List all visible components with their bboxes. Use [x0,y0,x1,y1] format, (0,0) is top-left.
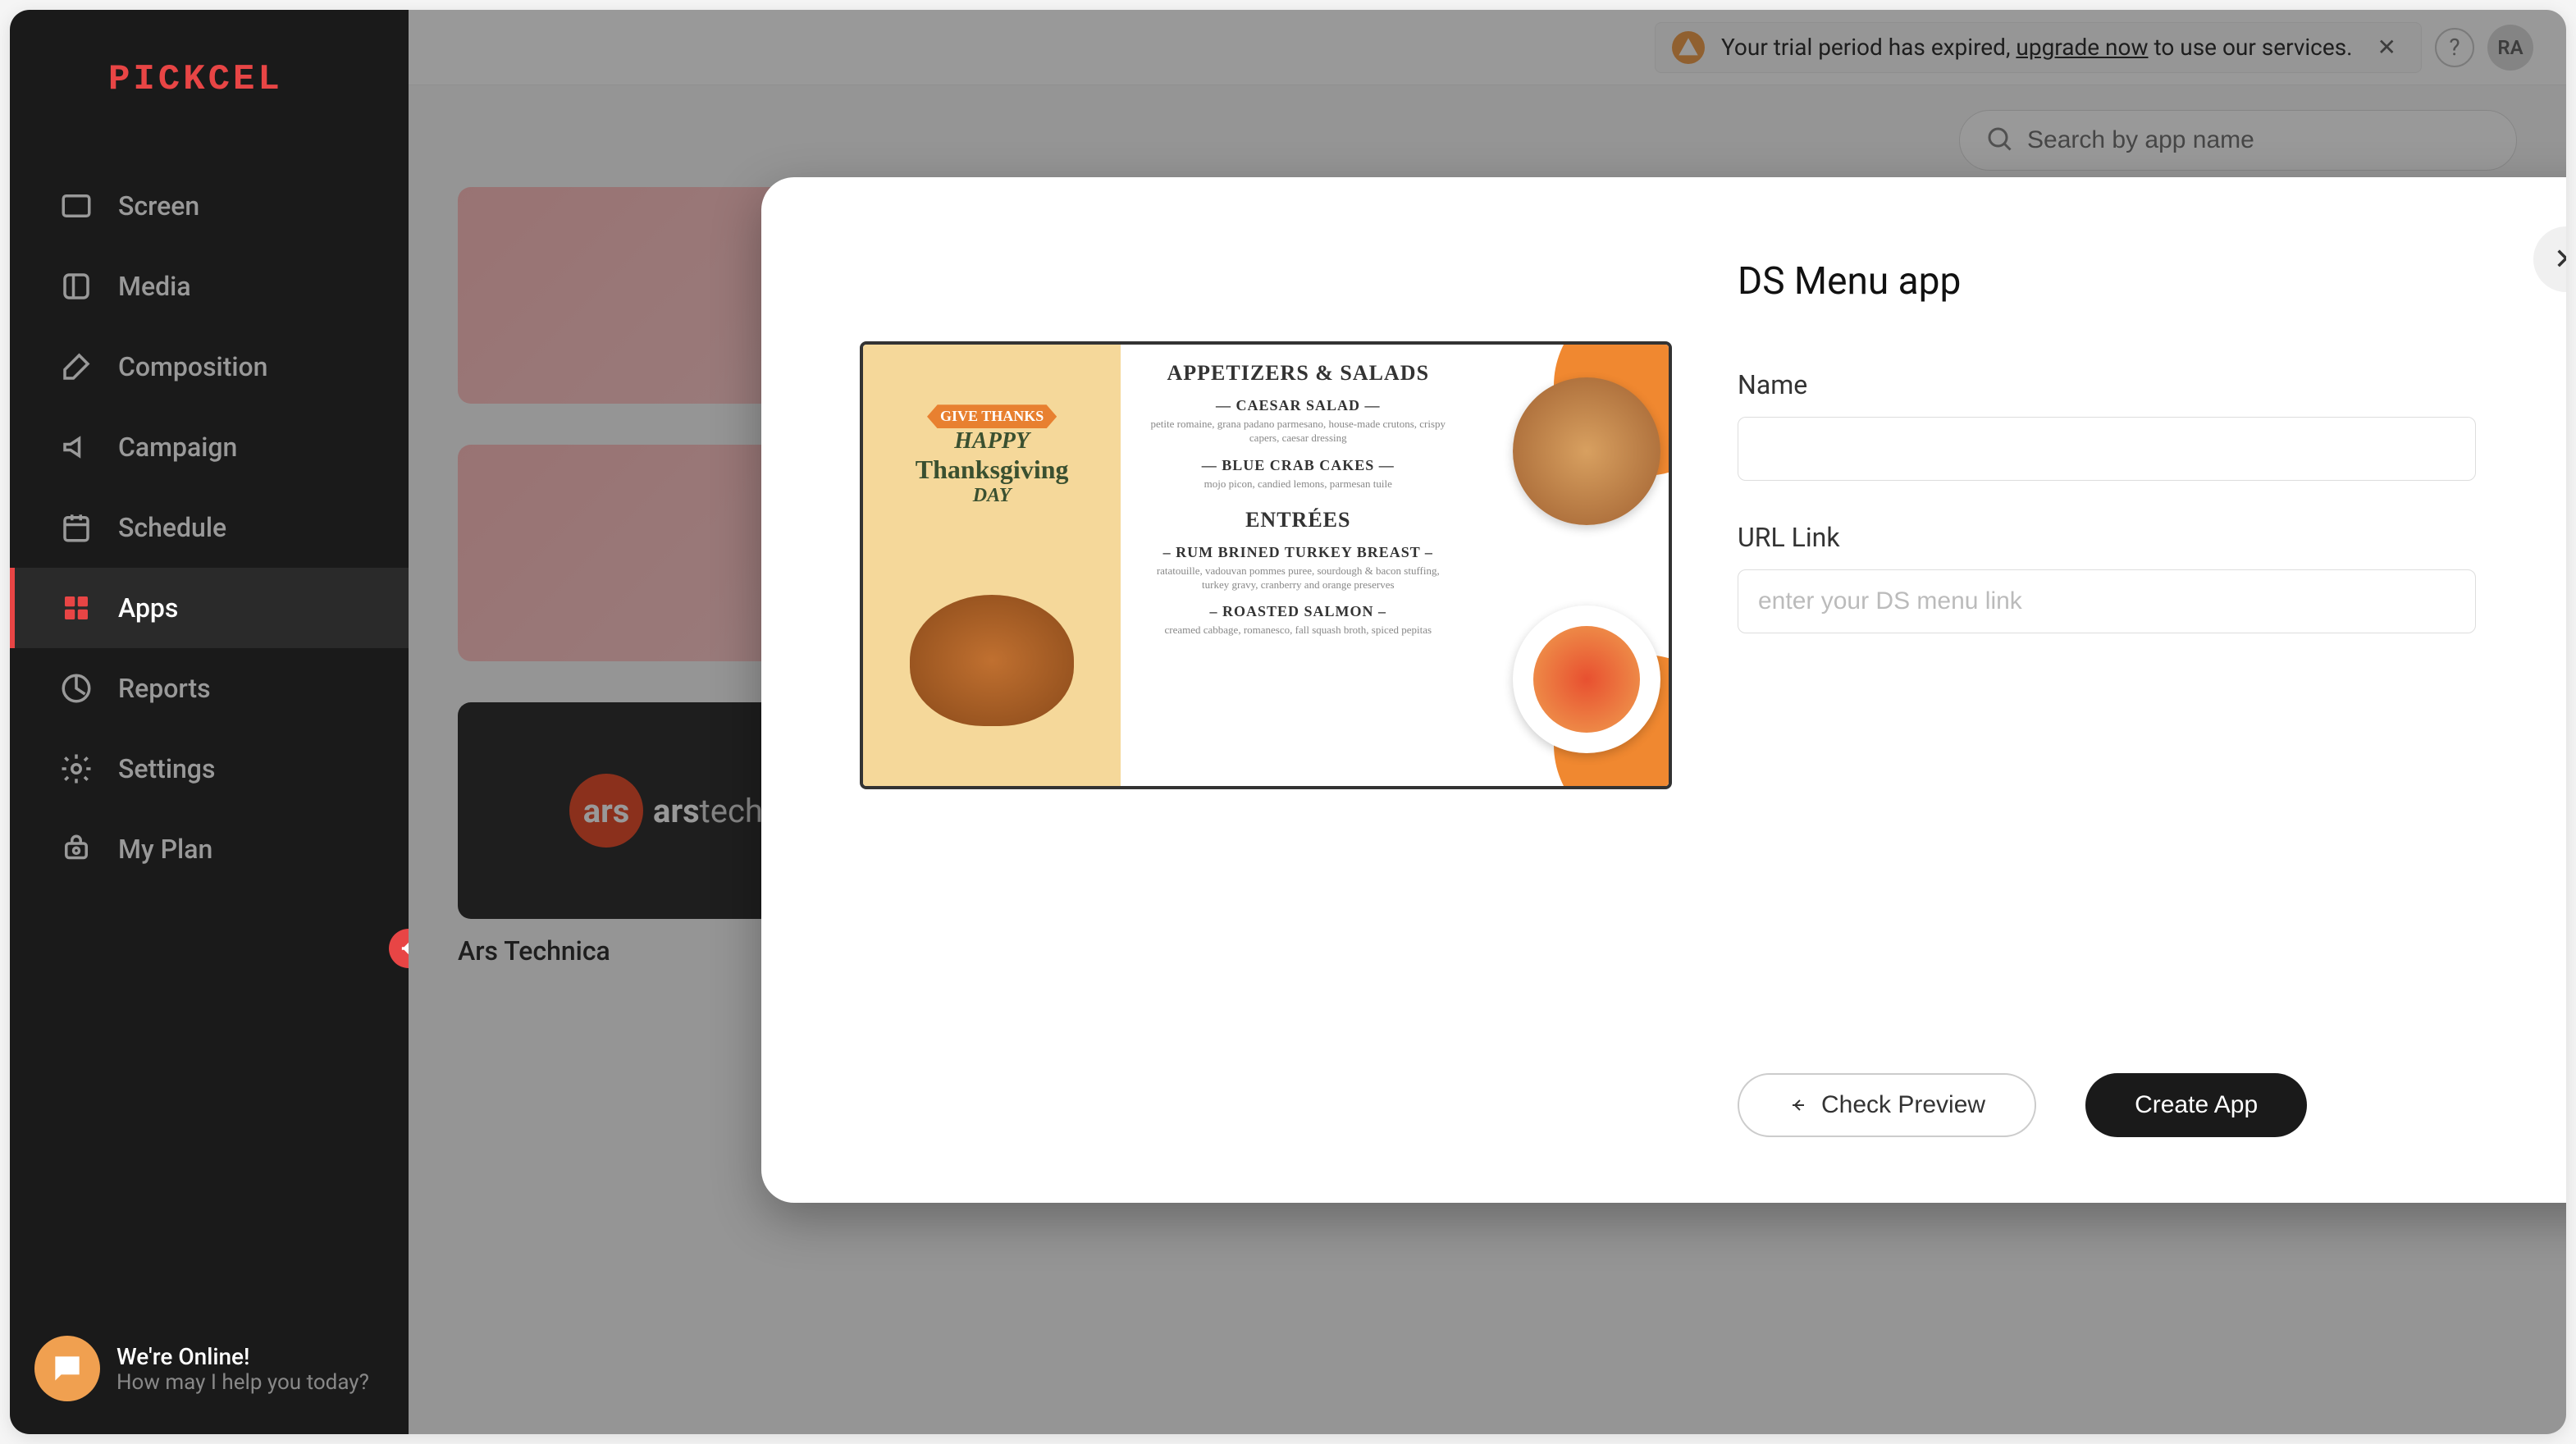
menu-desc: ratatouille, vadouvan pommes puree, sour… [1145,564,1450,592]
url-label: URL Link [1738,522,2566,553]
sidebar-item-media[interactable]: Media [10,246,409,327]
apps-icon [59,591,94,625]
day-text: DAY [973,485,1012,507]
campaign-icon [59,430,94,464]
brand-logo: PICKCEL [10,59,409,166]
modal-title: DS Menu app [1738,259,2566,304]
menu-item: — BLUE CRAB CAKES — [1145,457,1450,474]
sidebar-item-reports[interactable]: Reports [10,648,409,729]
composition-icon [59,350,94,384]
modal-actions: Check Preview Create App [1738,1073,2566,1154]
sidebar-item-schedule[interactable]: Schedule [10,487,409,568]
sidebar-item-label: Reports [118,673,211,704]
chat-icon [34,1336,100,1401]
sidebar-item-label: Campaign [118,432,237,463]
pasta-plate-image [1513,605,1660,753]
sidebar-item-campaign[interactable]: Campaign [10,407,409,487]
sidebar-item-composition[interactable]: Composition [10,327,409,407]
name-label: Name [1738,369,2566,400]
chat-title: We're Online! [116,1343,369,1370]
menu-item: – RUM BRINED TURKEY BREAST – [1145,544,1450,561]
reports-icon [59,671,94,706]
thanksgiving-text: Thanksgiving [916,455,1069,485]
thanksgiving-badge: GIVE THANKS HAPPY Thanksgiving DAY [916,404,1069,507]
screen-icon [59,189,94,223]
turkey-image [910,595,1074,726]
plan-icon [59,832,94,866]
sidebar-item-settings[interactable]: Settings [10,729,409,809]
menu-desc: mojo picon, candied lemons, parmesan tui… [1145,478,1450,491]
settings-icon [59,752,94,786]
menu-item: – ROASTED SALMON – [1145,603,1450,620]
menu-preview-image: GIVE THANKS HAPPY Thanksgiving DAY APPET… [860,341,1672,789]
happy-text: HAPPY [954,428,1030,455]
modal-form: ✕ DS Menu app Name URL Link Check Previe… [1688,259,2566,1154]
sidebar-item-label: Screen [118,190,199,222]
sidebar-item-label: Settings [118,753,215,784]
schedule-icon [59,510,94,545]
media-icon [59,269,94,304]
sidebar-item-label: My Plan [118,834,212,865]
create-app-button[interactable]: Create App [2085,1073,2307,1137]
sidebar-item-label: Composition [118,351,267,382]
menu-item: — CAESAR SALAD — [1145,397,1450,414]
name-input[interactable] [1738,417,2476,481]
modal-preview-pane: GIVE THANKS HAPPY Thanksgiving DAY APPET… [860,259,1688,1154]
menu-desc: petite romaine, grana padano parmesano, … [1145,418,1450,446]
main-content: Your trial period has expired, upgrade n… [409,10,2566,1434]
url-input[interactable] [1738,569,2476,633]
menu-heading: APPETIZERS & SALADS [1145,361,1450,386]
sidebar-item-apps[interactable]: Apps [10,568,409,648]
turkey-platter-image [1513,377,1660,525]
check-preview-label: Check Preview [1821,1091,1985,1119]
chat-subtitle: How may I help you today? [116,1370,369,1395]
ribbon-text: GIVE THANKS [927,404,1057,428]
sidebar: PICKCEL Screen Media Composition Campaig… [10,10,409,1434]
menu-desc: creamed cabbage, romanesco, fall squash … [1145,624,1450,637]
sidebar-item-label: Apps [118,592,178,624]
menu-center: APPETIZERS & SALADS — CAESAR SALAD — pet… [1121,345,1475,786]
check-preview-button[interactable]: Check Preview [1738,1073,2036,1137]
sidebar-item-screen[interactable]: Screen [10,166,409,246]
sidebar-item-label: Schedule [118,512,226,543]
sidebar-item-label: Media [118,271,191,302]
menu-food-images [1475,345,1669,786]
sidebar-item-myplan[interactable]: My Plan [10,809,409,889]
menu-heading: ENTRÉES [1145,508,1450,532]
chat-widget[interactable]: We're Online! How may I help you today? [34,1336,369,1401]
ds-menu-modal: GIVE THANKS HAPPY Thanksgiving DAY APPET… [761,177,2566,1203]
